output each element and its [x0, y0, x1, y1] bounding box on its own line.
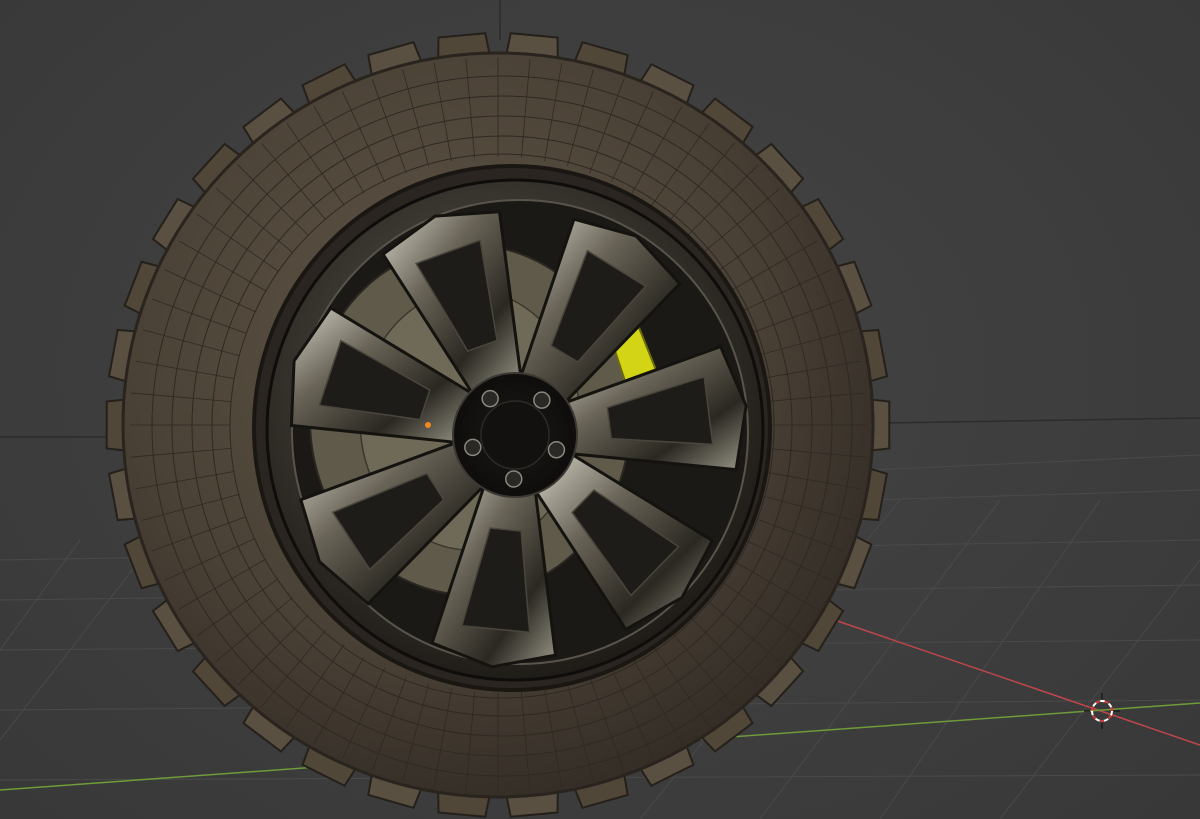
lug-nut: [481, 389, 499, 408]
3d-viewport[interactable]: [0, 0, 1200, 819]
hub-cap: [480, 400, 550, 470]
lug-nut: [464, 438, 482, 457]
lug-nut: [505, 470, 523, 488]
object-origin-icon[interactable]: [425, 422, 431, 428]
lug-nut: [547, 441, 566, 459]
lug-nut: [533, 391, 551, 409]
viewport-canvas[interactable]: [0, 0, 1200, 819]
wheel-mesh[interactable]: [105, 32, 891, 818]
world-horizon-line-right: [879, 417, 1200, 424]
